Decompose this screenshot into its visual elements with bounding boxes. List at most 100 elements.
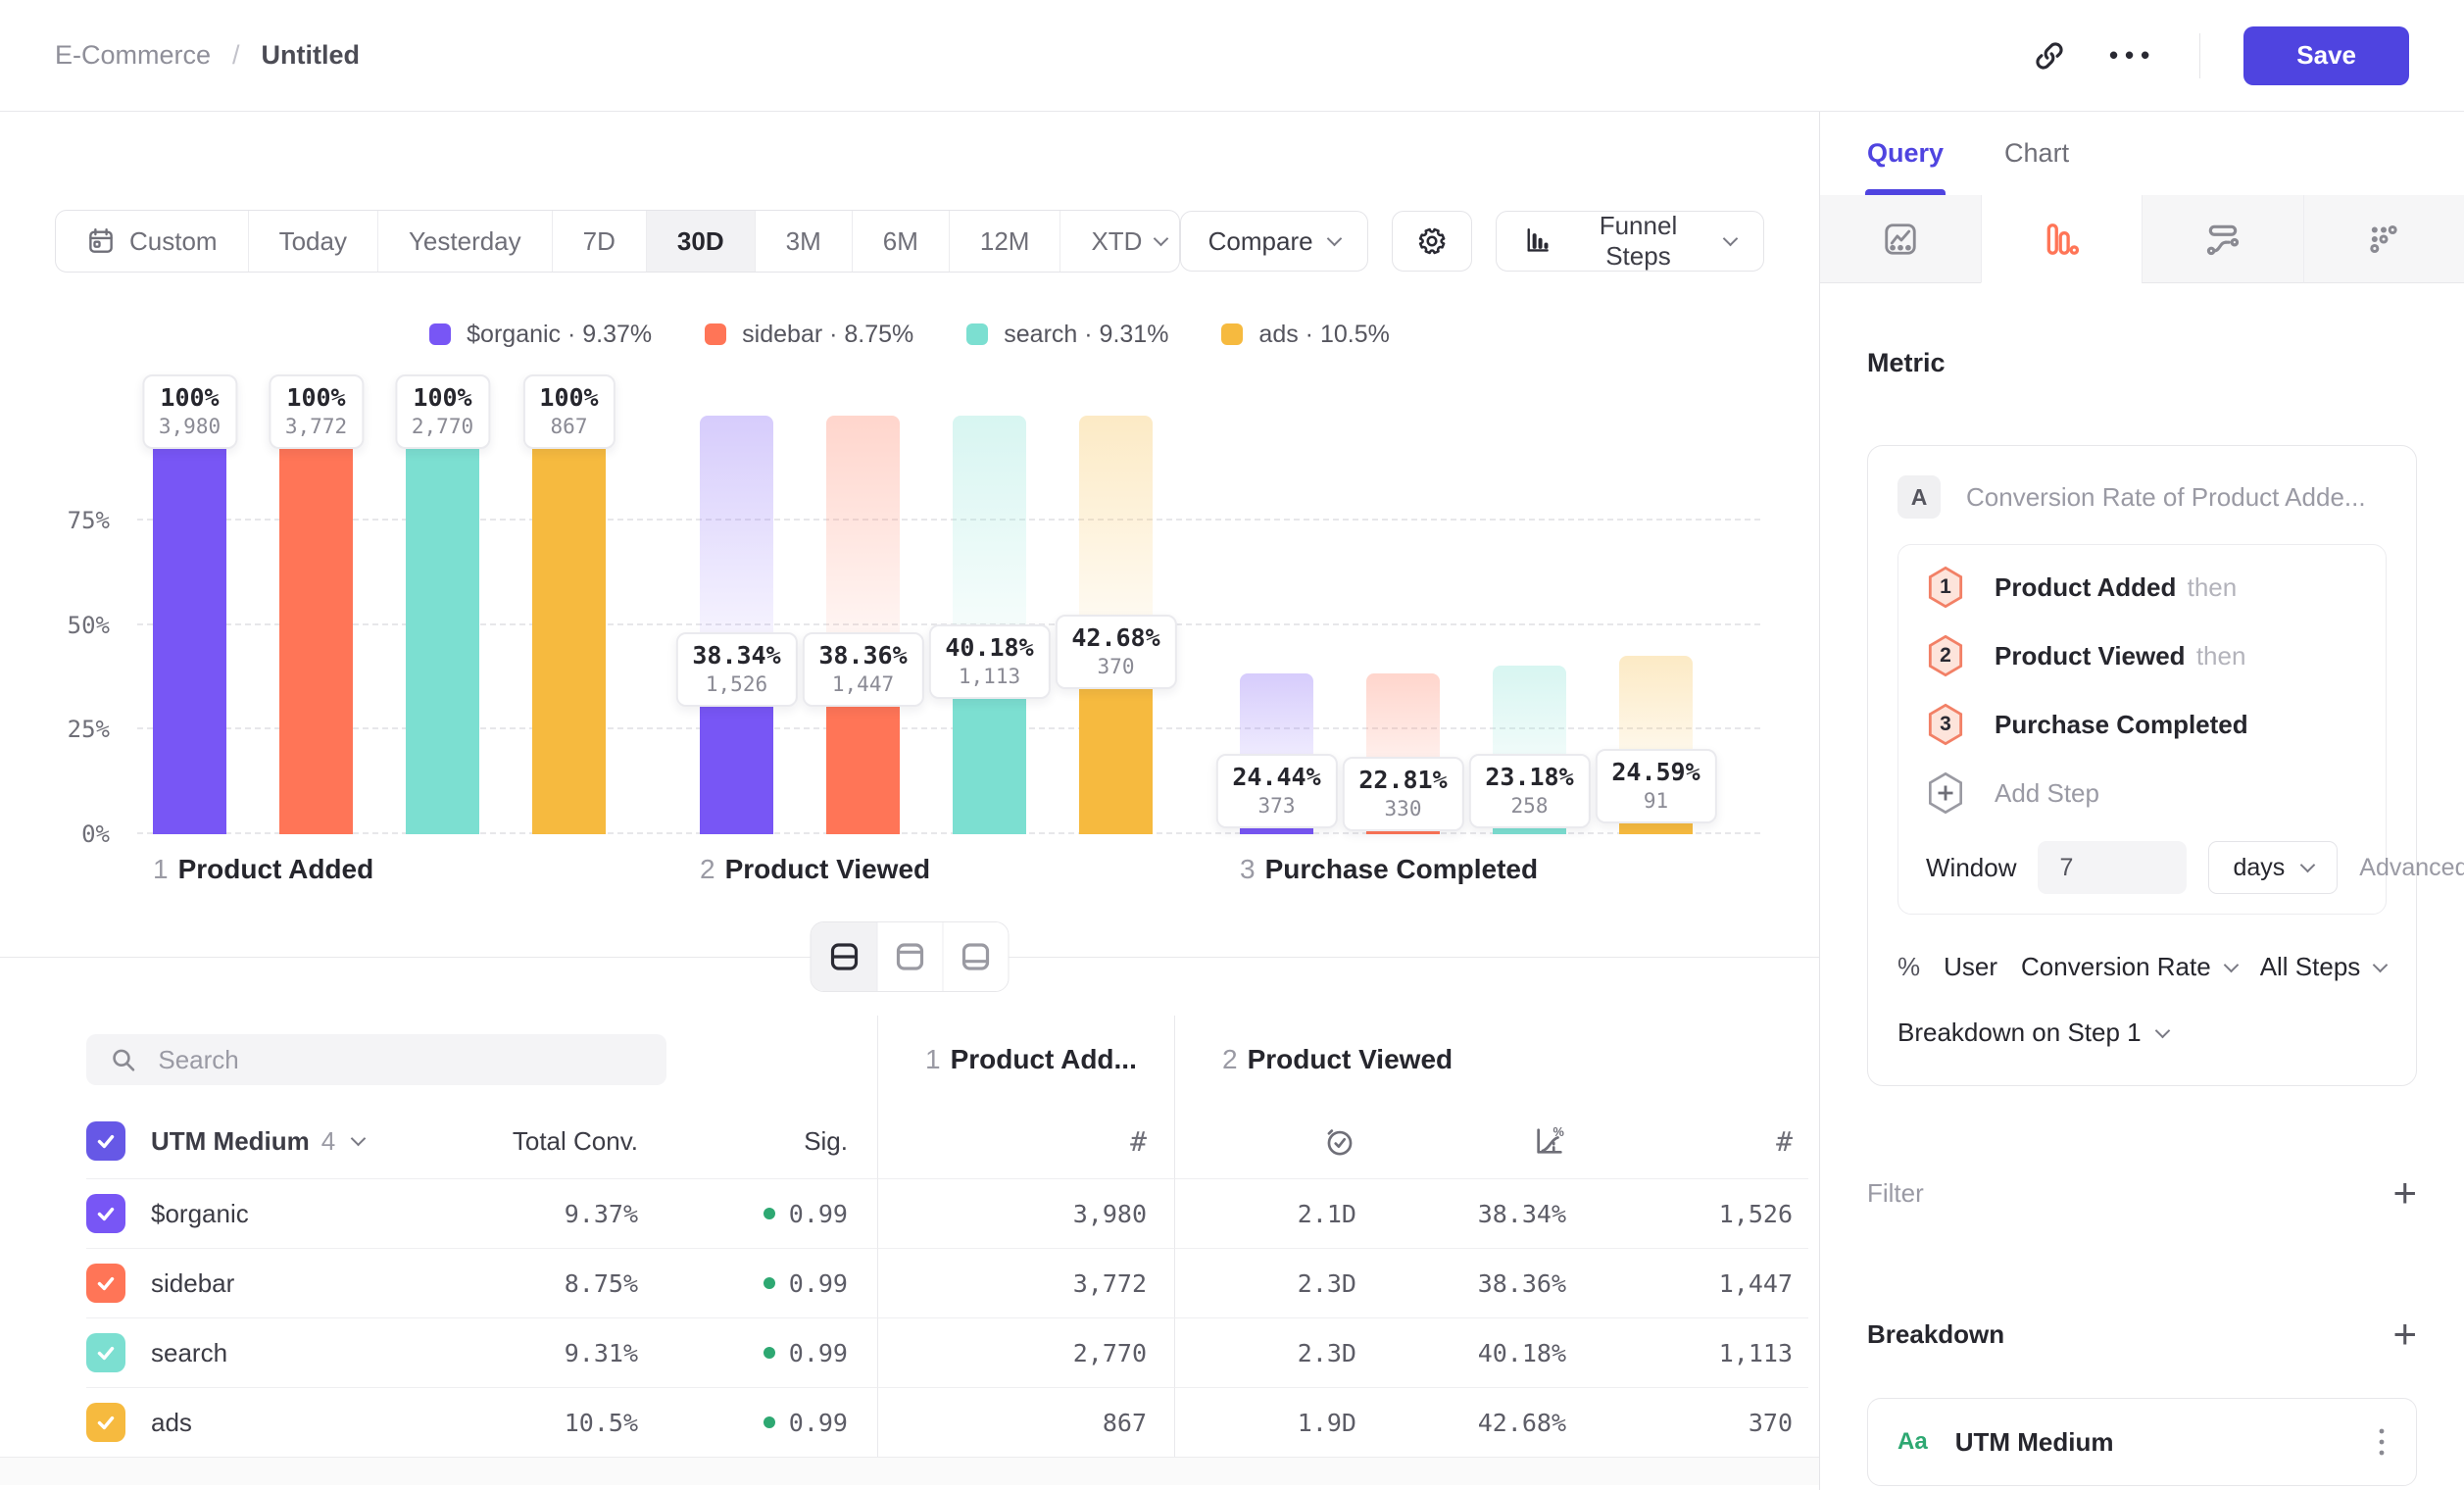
funnel-bar-ads[interactable]: 24.59% 91 bbox=[1619, 416, 1693, 834]
layout-toggle-bottom[interactable] bbox=[943, 922, 1009, 991]
legend-item-organic[interactable]: $organic · 9.37% bbox=[429, 321, 652, 349]
funnel-chart: 75%50%25%0%100% 3,980100% 3,772100% 2,77… bbox=[0, 349, 1819, 894]
funnel-bar-ads[interactable]: 100% 867 bbox=[532, 416, 606, 834]
chart-type-tab-insights[interactable] bbox=[1820, 195, 1981, 283]
legend-label: ads · 10.5% bbox=[1258, 321, 1389, 349]
steps-scope-dropdown[interactable]: All Steps bbox=[2260, 952, 2387, 982]
chart-style-label: Funnel Steps bbox=[1567, 211, 1709, 272]
query-step-2[interactable]: 2 Product Viewed then bbox=[1926, 621, 2358, 690]
funnel-bar-search[interactable]: 23.18% 258 bbox=[1493, 416, 1566, 834]
cell-sig: 0.99 bbox=[662, 1387, 877, 1457]
layout-toggle-split[interactable] bbox=[812, 922, 877, 991]
funnel-bar-organic[interactable]: 100% 3,980 bbox=[153, 416, 226, 834]
tab-query[interactable]: Query bbox=[1867, 112, 1944, 195]
funnel-bar-sidebar[interactable]: 22.81% 330 bbox=[1366, 416, 1440, 834]
breadcrumb-project[interactable]: E-Commerce bbox=[55, 40, 211, 71]
metric-title-row[interactable]: A Conversion Rate of Product Adde... bbox=[1897, 475, 2387, 519]
date-range-today[interactable]: Today bbox=[248, 211, 377, 272]
tab-chart[interactable]: Chart bbox=[2004, 112, 2069, 195]
advanced-dropdown[interactable]: Advanced bbox=[2359, 854, 2464, 882]
add-step-button[interactable]: Add Step bbox=[1926, 759, 2358, 827]
query-step-1[interactable]: 1 Product Added then bbox=[1926, 553, 2358, 621]
report-title[interactable]: Untitled bbox=[262, 40, 361, 71]
add-step-label: Add Step bbox=[1995, 778, 2099, 809]
insights-icon bbox=[1882, 221, 1919, 258]
bar-count: 330 bbox=[1358, 797, 1447, 820]
funnel-bar-organic[interactable]: 24.44% 373 bbox=[1240, 416, 1313, 834]
chevron-down-icon bbox=[2300, 858, 2316, 873]
select-all-checkbox[interactable] bbox=[86, 1121, 125, 1161]
funnel-bar-ads[interactable]: 42.68% 370 bbox=[1079, 416, 1153, 834]
column-sig[interactable]: Sig. bbox=[662, 1104, 877, 1178]
row-checkbox[interactable] bbox=[86, 1264, 125, 1303]
chart-type-tab-flows[interactable] bbox=[2142, 195, 2303, 283]
entity-dropdown[interactable]: User bbox=[1944, 952, 1997, 982]
window-unit-dropdown[interactable]: days bbox=[2208, 841, 2338, 894]
breakdown-item-menu[interactable] bbox=[2377, 1425, 2387, 1459]
date-range-7d[interactable]: 7D bbox=[552, 211, 646, 272]
row-checkbox[interactable] bbox=[86, 1333, 125, 1372]
funnel-step-name-1: 1Product Added bbox=[153, 854, 373, 885]
save-button[interactable]: Save bbox=[2243, 26, 2409, 85]
bar-fill bbox=[279, 416, 353, 834]
top-layout-icon bbox=[894, 941, 927, 972]
search-icon bbox=[110, 1045, 136, 1074]
chart-style-button[interactable]: Funnel Steps bbox=[1496, 211, 1764, 272]
breakdown-item[interactable]: Aa UTM Medium bbox=[1867, 1398, 2417, 1486]
column-conv-rate[interactable]: % bbox=[1384, 1104, 1594, 1178]
funnel-bar-organic[interactable]: 38.34% 1,526 bbox=[700, 416, 773, 834]
row-label[interactable]: $organic bbox=[151, 1199, 249, 1229]
bar-percent: 42.68% bbox=[1071, 623, 1159, 652]
window-value-input[interactable] bbox=[2038, 841, 2187, 894]
metric-letter-badge: A bbox=[1897, 475, 1941, 519]
chart-type-tab-funnel[interactable] bbox=[1981, 195, 2143, 283]
metric-type-dropdown[interactable]: Conversion Rate bbox=[2021, 952, 2237, 982]
funnel-bar-sidebar[interactable]: 100% 3,772 bbox=[279, 416, 353, 834]
chart-type-tab-retention[interactable] bbox=[2303, 195, 2464, 283]
row-label[interactable]: search bbox=[151, 1338, 227, 1368]
group-label[interactable]: UTM Medium bbox=[151, 1126, 310, 1157]
date-range-30d[interactable]: 30D bbox=[646, 211, 755, 272]
search-input[interactable] bbox=[156, 1044, 643, 1076]
measurement-row: % User Conversion Rate All Steps bbox=[1897, 952, 2387, 982]
chevron-down-icon bbox=[2154, 1022, 2170, 1038]
chart-settings-button[interactable] bbox=[1392, 211, 1472, 272]
table-step2-header[interactable]: 2 Product Viewed bbox=[1174, 1016, 1808, 1104]
breakdown-on-dropdown[interactable]: Breakdown on Step 1 bbox=[1897, 1018, 2387, 1048]
column-total-conv[interactable]: Total Conv. bbox=[410, 1104, 662, 1178]
copy-link-button[interactable] bbox=[2033, 39, 2066, 73]
legend-item-ads[interactable]: ads · 10.5% bbox=[1221, 321, 1389, 349]
row-checkbox[interactable] bbox=[86, 1403, 125, 1442]
date-range-yesterday[interactable]: Yesterday bbox=[377, 211, 552, 272]
date-range-3m[interactable]: 3M bbox=[755, 211, 852, 272]
row-label-cell: $organic bbox=[86, 1178, 410, 1248]
more-menu-button[interactable]: ••• bbox=[2109, 40, 2156, 71]
add-filter-button[interactable]: + bbox=[2392, 1172, 2417, 1214]
funnel-bar-search[interactable]: 100% 2,770 bbox=[406, 416, 479, 834]
compare-button[interactable]: Compare bbox=[1180, 211, 1368, 272]
step-hexagon-badge: 1 bbox=[1926, 566, 1965, 609]
layout-toggle-top[interactable] bbox=[877, 922, 943, 991]
cell-step2-count: 1,447 bbox=[1594, 1248, 1808, 1317]
funnel-bar-sidebar[interactable]: 38.36% 1,447 bbox=[826, 416, 900, 834]
date-range-6m[interactable]: 6M bbox=[852, 211, 949, 272]
bar-percent: 100% bbox=[285, 383, 347, 412]
date-range-custom[interactable]: Custom bbox=[56, 211, 248, 272]
row-label[interactable]: ads bbox=[151, 1408, 192, 1438]
chevron-down-icon[interactable] bbox=[351, 1131, 367, 1147]
date-range-xtd[interactable]: XTD bbox=[1060, 211, 1179, 272]
row-checkbox[interactable] bbox=[86, 1194, 125, 1233]
legend-item-sidebar[interactable]: sidebar · 8.75% bbox=[705, 321, 913, 349]
row-label[interactable]: sidebar bbox=[151, 1268, 234, 1299]
table-step1-header[interactable]: 1 Product Add... bbox=[877, 1016, 1174, 1104]
add-breakdown-button[interactable]: + bbox=[2392, 1314, 2417, 1355]
legend-item-search[interactable]: search · 9.31% bbox=[966, 321, 1168, 349]
query-step-3[interactable]: 3 Purchase Completed bbox=[1926, 690, 2358, 759]
column-avg-time[interactable] bbox=[1174, 1104, 1384, 1178]
column-step2-count[interactable]: # bbox=[1594, 1104, 1808, 1178]
date-range-12m[interactable]: 12M bbox=[949, 211, 1060, 272]
date-range-group: CustomTodayYesterday7D30D3M6M12MXTD bbox=[55, 210, 1180, 273]
column-step1-count[interactable]: # bbox=[877, 1104, 1174, 1178]
funnel-bar-search[interactable]: 40.18% 1,113 bbox=[953, 416, 1026, 834]
sig-dot bbox=[764, 1277, 775, 1289]
